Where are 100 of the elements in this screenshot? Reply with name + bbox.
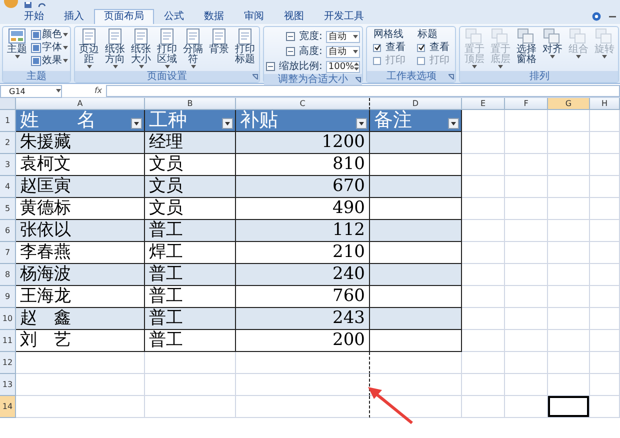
ribbon-tab[interactable]: 审阅: [234, 9, 274, 24]
row-header[interactable]: 14: [0, 396, 16, 418]
table-cell[interactable]: 刘 艺: [16, 330, 145, 352]
function-button[interactable]: fx: [62, 85, 106, 97]
table-cell[interactable]: 张依以: [16, 220, 145, 242]
grid-cell[interactable]: [236, 396, 370, 418]
ribbon-button[interactable]: 页边距: [77, 28, 101, 69]
name-box[interactable]: G14: [0, 84, 62, 98]
help-icon[interactable]: [592, 12, 601, 20]
row-header[interactable]: 7: [0, 242, 16, 264]
table-header-cell[interactable]: 备注: [370, 110, 462, 132]
table-cell[interactable]: 670: [236, 176, 370, 198]
filter-dropdown-button[interactable]: [448, 118, 459, 129]
table-cell[interactable]: 243: [236, 308, 370, 330]
ribbon-button[interactable]: 颜色: [31, 28, 68, 41]
checkbox-option[interactable]: 查看: [417, 41, 450, 54]
ribbon-button[interactable]: 选择窗格: [514, 28, 538, 65]
ribbon-tab[interactable]: 数据: [194, 9, 234, 24]
column-header[interactable]: D: [370, 98, 462, 110]
row-header[interactable]: 1: [0, 110, 16, 132]
table-cell[interactable]: 240: [236, 264, 370, 286]
grid-cell[interactable]: [236, 352, 370, 374]
ribbon-tab[interactable]: 插入: [54, 9, 94, 24]
checkbox[interactable]: [373, 44, 382, 52]
column-header[interactable]: C: [236, 98, 370, 110]
table-cell[interactable]: 112: [236, 220, 370, 242]
row-header[interactable]: 4: [0, 176, 16, 198]
ribbon-tab[interactable]: 公式: [154, 9, 194, 24]
row-header[interactable]: 9: [0, 286, 16, 308]
row-header[interactable]: 3: [0, 154, 16, 176]
table-cell[interactable]: [370, 330, 462, 352]
save-icon[interactable]: [24, 2, 32, 8]
column-header[interactable]: F: [505, 98, 548, 110]
checkbox-option[interactable]: 查看: [373, 41, 406, 54]
table-cell[interactable]: [370, 264, 462, 286]
table-cell[interactable]: 普工: [145, 330, 236, 352]
ribbon-button[interactable]: 效果: [31, 54, 68, 67]
ribbon-button[interactable]: 打印标题: [233, 28, 257, 65]
table-cell[interactable]: 普工: [145, 264, 236, 286]
filter-dropdown-button[interactable]: [356, 118, 367, 129]
ribbon-tab[interactable]: 开始: [14, 9, 54, 24]
dialog-launcher-icon[interactable]: [448, 74, 454, 80]
grid-cell[interactable]: [236, 374, 370, 396]
active-cell[interactable]: [548, 396, 590, 418]
filter-dropdown-button[interactable]: [222, 118, 233, 129]
table-cell[interactable]: 杨海波: [16, 264, 145, 286]
ribbon-tab[interactable]: 页面布局: [94, 9, 154, 24]
ribbon-button[interactable]: 分隔符: [181, 28, 205, 69]
table-cell[interactable]: 赵 鑫: [16, 308, 145, 330]
row-header[interactable]: 8: [0, 264, 16, 286]
dialog-launcher-icon[interactable]: [355, 77, 362, 83]
ribbon-button[interactable]: 纸张大小: [129, 28, 153, 69]
spin-arrows-icon[interactable]: [354, 62, 360, 71]
column-header[interactable]: H: [590, 98, 620, 110]
filter-dropdown-button[interactable]: [131, 118, 142, 129]
checkbox[interactable]: [417, 56, 426, 64]
dialog-launcher-icon[interactable]: [252, 74, 258, 80]
row-header[interactable]: 10: [0, 308, 16, 330]
ribbon-button[interactable]: 纸张方向: [103, 28, 127, 69]
row-header[interactable]: 13: [0, 374, 16, 396]
table-cell[interactable]: [370, 220, 462, 242]
table-header-cell[interactable]: 补贴: [236, 110, 370, 132]
ribbon-tab[interactable]: 开发工具: [314, 9, 374, 24]
row-header[interactable]: 2: [0, 132, 16, 154]
table-cell[interactable]: 文员: [145, 176, 236, 198]
ribbon-button[interactable]: 主题: [5, 28, 29, 59]
row-header[interactable]: 5: [0, 198, 16, 220]
checkbox[interactable]: [373, 56, 382, 64]
dropdown-field[interactable]: 自动: [326, 46, 360, 58]
table-cell[interactable]: 普工: [145, 220, 236, 242]
undo-icon[interactable]: [38, 2, 46, 8]
table-cell[interactable]: 经理: [145, 132, 236, 154]
row-header[interactable]: 12: [0, 352, 16, 374]
table-cell[interactable]: 赵匡寅: [16, 176, 145, 198]
ribbon-button[interactable]: 字体: [31, 41, 68, 54]
row-header[interactable]: 11: [0, 330, 16, 352]
row-header[interactable]: 6: [0, 220, 16, 242]
table-cell[interactable]: 200: [236, 330, 370, 352]
table-cell[interactable]: 1200: [236, 132, 370, 154]
dropdown-field[interactable]: 自动: [326, 30, 360, 42]
table-cell[interactable]: [370, 132, 462, 154]
table-header-cell[interactable]: 工种: [145, 110, 236, 132]
table-header-cell[interactable]: 姓 名: [16, 110, 145, 132]
table-cell[interactable]: [370, 176, 462, 198]
column-header[interactable]: B: [145, 98, 236, 110]
column-header[interactable]: G: [548, 98, 590, 110]
table-cell[interactable]: 普工: [145, 308, 236, 330]
ribbon-button[interactable]: 背景: [207, 28, 231, 55]
ribbon-button[interactable]: 打印区域: [155, 28, 179, 69]
formula-input[interactable]: [106, 85, 620, 97]
column-header[interactable]: E: [462, 98, 505, 110]
minimize-icon[interactable]: [609, 14, 616, 18]
spinner-field[interactable]: 100%: [326, 60, 360, 72]
office-button-icon[interactable]: [4, 0, 18, 8]
column-header[interactable]: A: [16, 98, 145, 110]
select-all-corner[interactable]: [0, 98, 16, 110]
ribbon-tab[interactable]: 视图: [274, 9, 314, 24]
checkbox[interactable]: [417, 44, 426, 52]
table-cell[interactable]: [370, 308, 462, 330]
ribbon-button[interactable]: 对齐: [540, 28, 564, 59]
